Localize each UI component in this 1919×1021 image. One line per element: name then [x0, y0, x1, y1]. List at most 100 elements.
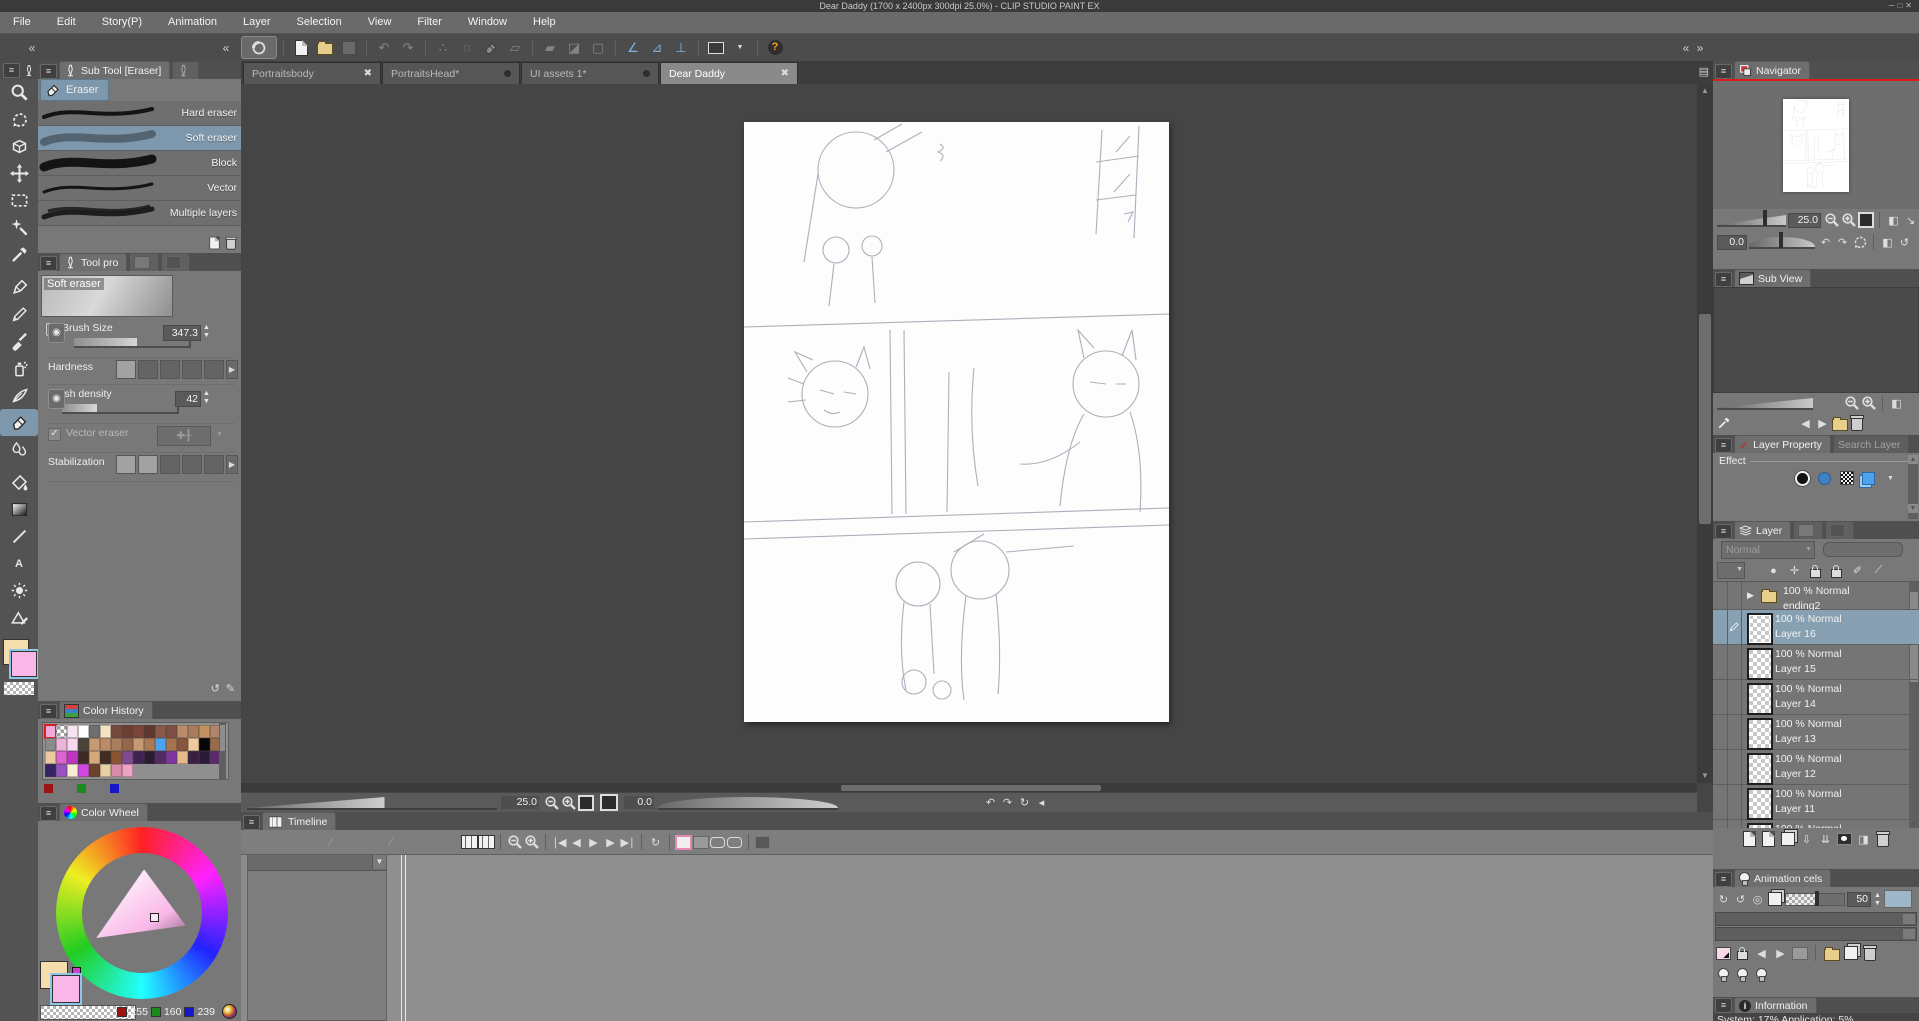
- close-tab-icon[interactable]: ✖: [364, 68, 372, 79]
- layer-folder-ending2[interactable]: ▶ 100 % Normal ending2: [1713, 582, 1919, 612]
- history-swatch[interactable]: [166, 764, 177, 777]
- history-swatch[interactable]: [177, 751, 188, 764]
- tab-layer-extra-2[interactable]: [1825, 521, 1855, 539]
- auto-select-tool[interactable]: [0, 214, 38, 241]
- segment-5[interactable]: [204, 360, 224, 379]
- new-raster-layer-icon[interactable]: [1741, 831, 1758, 847]
- light-table-tool-icon[interactable]: [1715, 966, 1732, 982]
- fill-tool[interactable]: [0, 469, 38, 496]
- history-swatch[interactable]: [144, 751, 155, 764]
- lock-transparent-pixels-icon[interactable]: [1828, 563, 1845, 579]
- collapse-statusbar-icon[interactable]: ◂: [1033, 795, 1050, 811]
- collapse-left-panel-icon[interactable]: «: [218, 41, 234, 55]
- navigator-rotation-value[interactable]: 0.0: [1717, 234, 1747, 250]
- tab-information[interactable]: i Information: [1734, 997, 1817, 1013]
- border-effect-icon[interactable]: [1794, 470, 1811, 486]
- layer-palette-dropdown[interactable]: [1717, 562, 1745, 579]
- subtool-group-eraser[interactable]: Eraser: [40, 79, 110, 101]
- screen-settings-dropdown-icon[interactable]: ▼: [729, 38, 751, 58]
- history-swatch[interactable]: [155, 764, 166, 777]
- tab-layer-property[interactable]: ✓ Layer Property: [1734, 435, 1831, 453]
- timeline-menu-icon[interactable]: ≡: [243, 815, 260, 830]
- segment-2[interactable]: [138, 455, 158, 474]
- history-swatch[interactable]: [67, 751, 78, 764]
- navigator-rotation-slider[interactable]: [1749, 232, 1815, 249]
- layer-light-table-icon[interactable]: [1753, 966, 1770, 982]
- expand-effect-icon[interactable]: ▼: [1882, 470, 1899, 486]
- snap-to-special-ruler-icon[interactable]: ⊿: [646, 38, 668, 58]
- tab-layer-extra-1[interactable]: [1793, 521, 1824, 539]
- history-swatch[interactable]: [199, 751, 210, 764]
- menu-view[interactable]: View: [355, 12, 405, 33]
- layer-thumbnail[interactable]: [1747, 823, 1773, 828]
- enable-onion-skin-icon[interactable]: [675, 834, 692, 850]
- layer-panel-menu-icon[interactable]: ≡: [1715, 524, 1732, 539]
- tool-property-menu-icon[interactable]: ≡: [40, 256, 57, 271]
- history-swatch[interactable]: [199, 738, 210, 751]
- subtool-item-block[interactable]: Block: [38, 151, 241, 176]
- cel-light-table-icon[interactable]: [1734, 966, 1751, 982]
- history-swatch[interactable]: [133, 725, 144, 738]
- tab-navigator[interactable]: Navigator: [1734, 61, 1810, 79]
- tab-tool-extra[interactable]: [161, 253, 191, 271]
- expand-folder-icon[interactable]: ▶: [1747, 590, 1754, 601]
- sub-view-menu-icon[interactable]: ≡: [1715, 272, 1732, 287]
- tab-layer[interactable]: Layer: [1734, 521, 1792, 539]
- zoom-tool[interactable]: [0, 79, 38, 106]
- create-layer-mask-icon[interactable]: [1836, 831, 1853, 847]
- history-swatch[interactable]: [78, 764, 89, 777]
- layer-row-layer-15[interactable]: 100 % Normal Layer 15: [1713, 645, 1919, 680]
- operation-tool[interactable]: [0, 133, 38, 160]
- tab-timeline[interactable]: Timeline: [262, 812, 337, 830]
- tab-animation-cels[interactable]: Animation cels: [1734, 869, 1832, 887]
- color-history-menu-icon[interactable]: ≡: [40, 704, 57, 719]
- segment-5[interactable]: [204, 455, 224, 474]
- sub-view-zoom-slider[interactable]: [1717, 396, 1813, 410]
- decoration-tool[interactable]: [0, 382, 38, 409]
- open-cel-folder-icon[interactable]: [1823, 945, 1840, 961]
- layer-thumbnail[interactable]: [1747, 683, 1773, 715]
- brush-density-spinner[interactable]: ▲ ▼: [202, 390, 211, 406]
- layer-visibility-cell[interactable]: [1713, 645, 1728, 679]
- sv-marker[interactable]: [150, 913, 159, 922]
- history-swatch[interactable]: [111, 725, 122, 738]
- canvas-vertical-scrollbar[interactable]: ▲ ▼: [1697, 84, 1713, 783]
- document-tab-portraitsbody[interactable]: Portraitsbody ✖: [243, 62, 381, 84]
- history-swatch[interactable]: [122, 738, 133, 751]
- history-swatch[interactable]: [144, 738, 155, 751]
- history-swatch[interactable]: [100, 725, 111, 738]
- segment-4[interactable]: [182, 360, 202, 379]
- document-tab-uiassets1[interactable]: UI assets 1*: [521, 62, 659, 84]
- segment-4[interactable]: [182, 455, 202, 474]
- snap-to-ruler-icon[interactable]: ∠: [622, 38, 644, 58]
- canvas-zoom-value[interactable]: 25.0: [501, 796, 539, 809]
- information-menu-icon[interactable]: ≡: [1715, 998, 1732, 1013]
- blend-tool[interactable]: [0, 436, 38, 463]
- layer-visibility-cell[interactable]: [1713, 820, 1728, 828]
- fit-to-screen-box-icon[interactable]: [600, 794, 618, 811]
- history-swatch[interactable]: [133, 738, 144, 751]
- document-tab-portraitshead[interactable]: PortraitsHead*: [382, 62, 520, 84]
- sub-tool-panel-menu-icon[interactable]: ≡: [40, 64, 57, 79]
- onion-opacity-spinner[interactable]: ▲ ▼: [1873, 892, 1882, 907]
- layer-property-menu-icon[interactable]: ≡: [1715, 438, 1732, 453]
- timeline-playhead[interactable]: [401, 855, 406, 1021]
- tab-search-layer[interactable]: Search Layer: [1832, 435, 1910, 453]
- layer-row-clipped[interactable]: 100 % Normal: [1713, 820, 1919, 828]
- tab-color-history[interactable]: Color History: [59, 701, 153, 719]
- window-controls[interactable]: ─□✕: [1889, 0, 1915, 12]
- color-history-scrollbar[interactable]: [219, 723, 226, 779]
- brush-size-value[interactable]: 347.3: [163, 325, 201, 341]
- rotate-right-status-icon[interactable]: ↷: [999, 795, 1016, 811]
- brush-size-spinner[interactable]: ▲ ▼: [202, 324, 211, 340]
- layer-opacity-bar[interactable]: [1823, 542, 1903, 557]
- timeline-options-icon[interactable]: [754, 834, 771, 850]
- rotate-left-status-icon[interactable]: ↶: [982, 795, 999, 811]
- animation-cels-menu-icon[interactable]: ≡: [1715, 872, 1732, 887]
- history-swatch[interactable]: [111, 738, 122, 751]
- canvas-area[interactable]: [241, 84, 1697, 783]
- show-animation-cels-icon[interactable]: [1766, 891, 1783, 907]
- brush-density-value[interactable]: 42: [175, 391, 201, 407]
- cel-dropdown-1[interactable]: [1715, 912, 1917, 926]
- history-swatch[interactable]: [45, 738, 56, 751]
